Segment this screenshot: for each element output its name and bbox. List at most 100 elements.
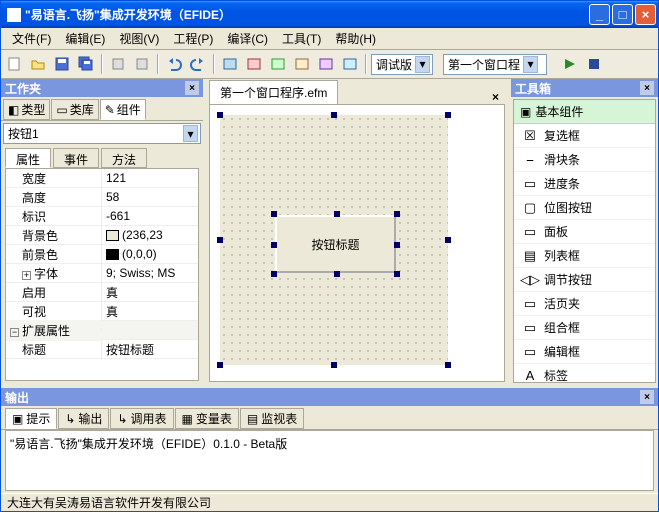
tool-b[interactable]: [131, 53, 153, 75]
toolbox-item[interactable]: ▭活页夹: [514, 292, 655, 316]
saveall-button[interactable]: [75, 53, 97, 75]
design-canvas[interactable]: 按钮标题: [209, 104, 505, 382]
property-row[interactable]: 前景色(0,0,0): [6, 245, 198, 264]
toolbox-item[interactable]: ▭ 进度条: [514, 172, 655, 196]
panel-close-icon[interactable]: ×: [640, 390, 654, 404]
toolbox-item[interactable]: ▭编辑框: [514, 340, 655, 364]
startup-combo[interactable]: 第一个窗口程▾: [443, 54, 547, 75]
property-name: 扩展属性: [22, 324, 70, 338]
property-name: 高度: [22, 191, 46, 205]
hierarchy-icon: ◧: [8, 103, 19, 117]
close-button[interactable]: ×: [635, 4, 656, 25]
property-row[interactable]: 高度58: [6, 188, 198, 207]
subtab-events[interactable]: 事件: [53, 148, 99, 168]
toolbox-item[interactable]: ▭面板: [514, 220, 655, 244]
tool-f[interactable]: [291, 53, 313, 75]
toolbox-item[interactable]: ▢位图按钮: [514, 196, 655, 220]
property-grid[interactable]: 宽度121高度58标识-661背景色(236,23前景色(0,0,0)+字体9;…: [5, 168, 199, 381]
tool-a[interactable]: [107, 53, 129, 75]
chevron-down-icon: ▾: [183, 125, 198, 142]
tab-components[interactable]: ✎组件: [100, 99, 146, 120]
wrench-icon: ✎: [105, 103, 115, 117]
property-name: 前景色: [22, 248, 58, 262]
component-icon: ▭: [522, 176, 538, 192]
property-row[interactable]: 宽度121: [6, 169, 198, 188]
property-row[interactable]: 标识-661: [6, 207, 198, 226]
toolbox-item[interactable]: ☒复选框: [514, 124, 655, 148]
stack-icon: ↳: [117, 412, 127, 426]
object-combo[interactable]: 按钮1▾: [3, 123, 201, 144]
menu-project[interactable]: 工程(P): [166, 28, 220, 49]
menu-file[interactable]: 文件(F): [5, 28, 58, 49]
menu-edit[interactable]: 编辑(E): [58, 28, 112, 49]
menu-view[interactable]: 视图(V): [112, 28, 166, 49]
property-value: -661: [106, 209, 130, 223]
save-button[interactable]: [51, 53, 73, 75]
output-header: 输出 ×: [1, 388, 658, 406]
toolbox-item[interactable]: ▤列表框: [514, 244, 655, 268]
doc-close-icon[interactable]: ×: [486, 90, 505, 104]
toolbox-item[interactable]: ⎯滑块条: [514, 148, 655, 172]
chevron-down-icon: ▾: [415, 56, 430, 73]
tab-types[interactable]: ◧类型: [3, 99, 50, 120]
toolbox-item[interactable]: ◁▷ 调节按钮: [514, 268, 655, 292]
component-icon: ▭: [522, 320, 538, 336]
menu-tools[interactable]: 工具(T): [275, 28, 328, 49]
chevron-down-icon: ▾: [523, 56, 538, 73]
menu-help[interactable]: 帮助(H): [328, 28, 383, 49]
collapse-icon[interactable]: −: [10, 328, 19, 337]
output-tab-hint[interactable]: ▣提示: [5, 408, 57, 429]
subtab-methods[interactable]: 方法: [101, 148, 147, 168]
tool-h[interactable]: [339, 53, 361, 75]
property-row[interactable]: 背景色(236,23: [6, 226, 198, 245]
tab-libs[interactable]: ▭类库: [51, 99, 98, 120]
toolbox-item-label: 进度条: [544, 175, 580, 192]
toolbox-header: 工具箱 ×: [511, 79, 658, 97]
tool-e[interactable]: [267, 53, 289, 75]
panel-close-icon[interactable]: ×: [185, 81, 199, 95]
property-row[interactable]: 可视真: [6, 302, 198, 321]
toolbox-item-label: 编辑框: [544, 343, 580, 360]
toolbox-category[interactable]: ▣基本组件: [514, 100, 655, 124]
expand-icon[interactable]: +: [22, 271, 31, 280]
property-row[interactable]: +字体9; Swiss; MS: [6, 264, 198, 283]
output-tab-vars[interactable]: ▦变量表: [175, 408, 239, 429]
menu-compile[interactable]: 编译(C): [220, 28, 275, 49]
color-swatch: [106, 249, 119, 260]
undo-button[interactable]: [163, 53, 185, 75]
property-value: 真: [106, 284, 118, 301]
tool-g[interactable]: [315, 53, 337, 75]
document-tab[interactable]: 第一个窗口程序.efm: [209, 80, 338, 104]
toolbox-item-label: 复选框: [544, 127, 580, 144]
menu-bar: 文件(F) 编辑(E) 视图(V) 工程(P) 编译(C) 工具(T) 帮助(H…: [1, 28, 658, 50]
toolbox-item[interactable]: ▭组合框: [514, 316, 655, 340]
stop-button[interactable]: [583, 53, 605, 75]
subtab-props[interactable]: 属性: [5, 148, 51, 168]
component-icon: ◁▷: [522, 272, 538, 288]
open-button[interactable]: [27, 53, 49, 75]
tool-d[interactable]: [243, 53, 265, 75]
toolbox-item-label: 调节按钮: [544, 271, 592, 288]
property-value: (236,23: [122, 228, 163, 242]
maximize-button[interactable]: □: [612, 4, 633, 25]
output-tab-call[interactable]: ↳调用表: [110, 408, 173, 429]
tool-c[interactable]: [219, 53, 241, 75]
config-combo[interactable]: 调试版▾: [371, 54, 433, 75]
run-button[interactable]: [559, 53, 581, 75]
output-body[interactable]: "易语言.飞扬"集成开发环境（EFIDE）0.1.0 - Beta版: [5, 430, 654, 491]
new-button[interactable]: [3, 53, 25, 75]
panel-close-icon[interactable]: ×: [640, 81, 654, 95]
minimize-button[interactable]: _: [589, 4, 610, 25]
output-tab-watch[interactable]: ▤监视表: [240, 408, 304, 429]
property-row[interactable]: 启用真: [6, 283, 198, 302]
toolbox-item-label: 面板: [544, 223, 568, 240]
color-swatch: [106, 230, 119, 241]
output-tab-output[interactable]: ↳输出: [58, 408, 109, 429]
form-surface[interactable]: 按钮标题: [220, 115, 448, 365]
property-row[interactable]: −扩展属性: [6, 321, 198, 340]
property-row[interactable]: 标题按钮标题: [6, 340, 198, 359]
toolbox-item[interactable]: A标签: [514, 364, 655, 383]
info-icon: ▣: [12, 412, 23, 426]
redo-button[interactable]: [187, 53, 209, 75]
work-panel: 工作夹 × ◧类型 ▭类库 ✎组件 按钮1▾ 属性 事件 方法 宽度121高度5…: [1, 79, 206, 385]
